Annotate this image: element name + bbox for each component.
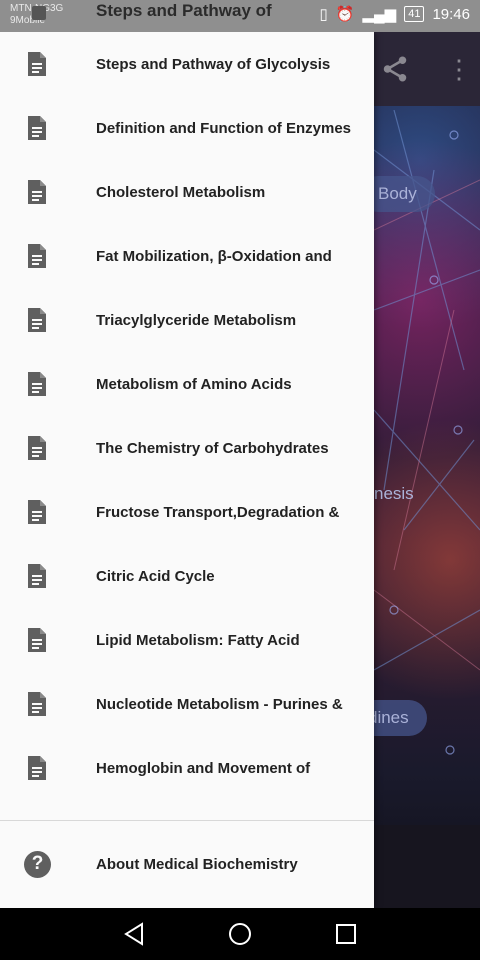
document-icon (28, 372, 46, 396)
drawer-list: Steps and Pathway of Glycolysis Definitio… (0, 32, 374, 800)
document-icon (28, 244, 46, 268)
document-icon (28, 180, 46, 204)
drawer-item[interactable]: Lipid Metabolism: Fatty Acid (0, 608, 374, 672)
vibrate-icon: ▯ (319, 6, 328, 23)
document-icon (28, 308, 46, 332)
document-icon (28, 52, 46, 76)
document-icon (28, 692, 46, 716)
drawer-item-label: Hemoglobin and Movement of (96, 759, 311, 777)
document-icon (28, 500, 46, 524)
help-icon: ? (24, 850, 51, 878)
status-icons: ▯ ⏰ ▂▄▆ 41 19:46 (319, 5, 470, 24)
drawer-item-label: Fructose Transport,Degradation & (96, 503, 340, 521)
drawer-item-label: Definition and Function of Enzymes (96, 119, 351, 137)
recents-icon[interactable] (332, 920, 360, 948)
drawer-item[interactable]: Fructose Transport,Degradation & (0, 480, 374, 544)
drawer-item-about[interactable]: ? About Medical Biochemistry (0, 832, 374, 896)
battery-icon: 41 (404, 6, 425, 22)
background-bottom-strip (374, 825, 480, 908)
document-icon (28, 436, 46, 460)
drawer-item-label: Metabolism of Amino Acids (96, 375, 292, 393)
drawer-item[interactable]: Fat Mobilization, β-Oxidation and (0, 224, 374, 288)
drawer-item-label: Cholesterol Metabolism (96, 183, 266, 201)
drawer-item-label: Lipid Metabolism: Fatty Acid (96, 631, 300, 649)
drawer-item[interactable]: Citric Acid Cycle (0, 544, 374, 608)
alarm-icon: ⏰ (335, 6, 355, 23)
drawer-item[interactable]: Definition and Function of Enzymes (0, 96, 374, 160)
drawer-item[interactable]: Steps and Pathway of Glycolysis (0, 32, 374, 96)
home-icon[interactable] (226, 920, 254, 948)
drawer-item[interactable]: Triacylglyceride Metabolism (0, 288, 374, 352)
notification-icon (32, 6, 46, 20)
drawer-item-label: Citric Acid Cycle (96, 567, 215, 585)
signal-icon: ▂▄▆ (362, 6, 397, 23)
drawer-divider (0, 820, 374, 821)
drawer-item-label: Triacylglyceride Metabolism (96, 311, 297, 329)
system-nav-bar (0, 908, 480, 960)
document-icon (28, 564, 46, 588)
drawer-item-label: About Medical Biochemistry (96, 855, 298, 873)
more-options-icon[interactable]: ⋮ (446, 54, 472, 84)
back-icon[interactable] (120, 920, 148, 948)
share-icon[interactable] (380, 54, 410, 84)
status-title-peek: Steps and Pathway of (96, 1, 272, 20)
drawer-item-label: Nucleotide Metabolism - Purines & (96, 695, 343, 713)
navigation-drawer: Steps and Pathway of Glycolysis Definitio… (0, 32, 374, 908)
document-icon (28, 628, 46, 652)
drawer-item-label: Steps and Pathway of Glycolysis (96, 55, 331, 73)
drawer-item[interactable]: The Chemistry of Carbohydrates (0, 416, 374, 480)
drawer-item[interactable]: Cholesterol Metabolism (0, 160, 374, 224)
document-icon (28, 756, 46, 780)
status-bar: MTN-NG3G 9Mobile Steps and Pathway of ▯ … (0, 0, 480, 32)
drawer-item[interactable]: Hemoglobin and Movement of (0, 736, 374, 800)
drawer-item[interactable]: Metabolism of Amino Acids (0, 352, 374, 416)
drawer-item-label: Fat Mobilization, β-Oxidation and (96, 247, 332, 265)
document-icon (28, 116, 46, 140)
drawer-item[interactable]: Nucleotide Metabolism - Purines & (0, 672, 374, 736)
time: 19:46 (432, 5, 470, 23)
drawer-item-label: The Chemistry of Carbohydrates (96, 439, 329, 457)
